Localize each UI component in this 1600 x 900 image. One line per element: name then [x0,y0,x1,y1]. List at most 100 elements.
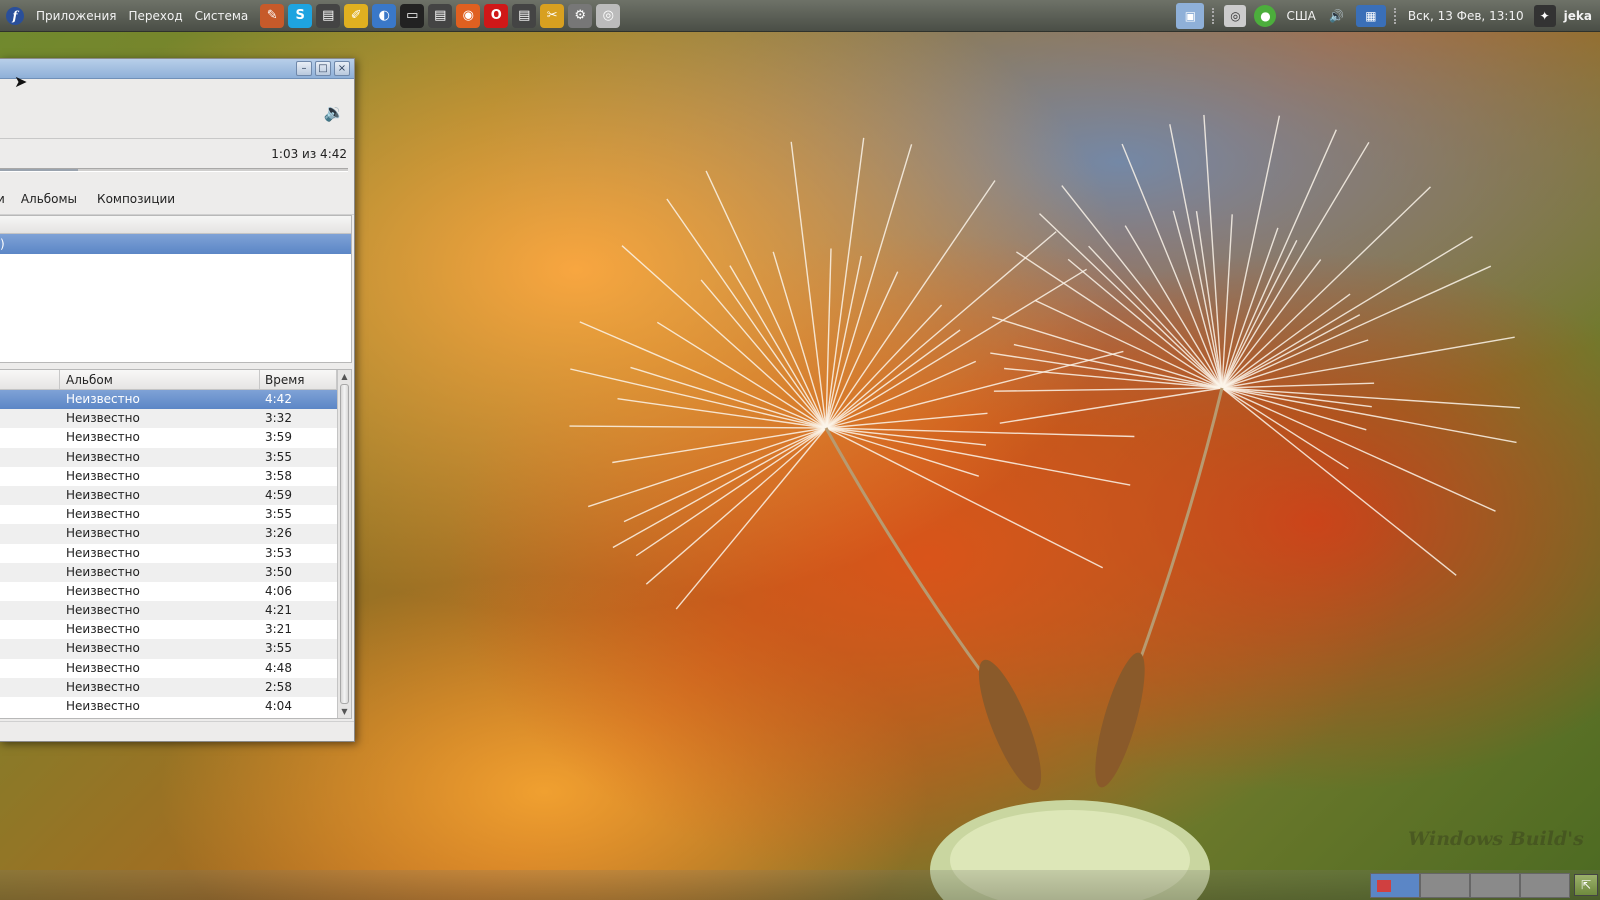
minimize-button[interactable]: – [296,61,312,76]
network-icon[interactable]: ▦ [1355,5,1386,27]
workspace-3[interactable] [1470,873,1520,898]
table-row[interactable]: Неизвестно 4:21 [0,601,337,621]
table-row[interactable]: Неизвестно 3:32 [0,409,337,429]
menu-places[interactable]: Переход [123,9,189,23]
table-row[interactable]: Неизвестно 4:42 [0,390,337,410]
launcher-bar: ✎ S ▤ ✐ ◐ ▭ ▤ ◉ O ▤ ✂ ⚙ ◎ [258,3,622,28]
media-player-tray-icon[interactable]: ◎ [1224,5,1247,27]
table-row[interactable]: Неизвестно 3:50 [0,562,337,582]
speaker-app-icon[interactable]: ◎ [596,3,621,28]
track-time-cell: 3:55 [265,507,292,522]
file-manager-icon[interactable]: ▣ [1176,3,1205,29]
keyboard-layout-indicator[interactable]: США [1286,9,1315,23]
track-time-cell: 2:58 [265,679,292,694]
volume-tray-icon[interactable]: 🔊 [1326,5,1348,27]
track-title-cell [0,678,60,697]
column-header-title[interactable] [0,370,60,389]
film-editor-icon[interactable]: ▤ [316,3,341,28]
panel-handle [1212,8,1216,24]
table-row[interactable]: Неизвестно 3:55 [0,505,337,524]
table-row[interactable]: Неизвестно 3:55 [0,447,337,467]
column-header-album[interactable]: Альбом [60,370,260,389]
fedora-logo-icon[interactable]: f [6,6,24,25]
table-row[interactable]: Неизвестно 4:59 [0,485,337,506]
clock[interactable]: Вск, 13 Фев, 13:10 [1408,9,1524,23]
track-time-cell: 3:59 [265,430,292,445]
top-panel: f Приложения Переход Система ✎ S ▤ ✐ ◐ ▭ ▤ ◉ O ▤ ✂… [0,0,1600,32]
table-row[interactable]: Неизвестно 3:55 [0,639,337,659]
skype-icon[interactable]: S [288,3,313,28]
scroll-thumb[interactable] [340,384,349,704]
scroll-down-icon[interactable]: ▼ [338,705,351,718]
show-desktop-icon[interactable]: ⇱ [1574,874,1598,896]
track-album-cell: Неизвестно [66,449,140,464]
browser-header [0,216,351,234]
table-row[interactable]: Неизвестно 3:21 [0,620,337,639]
track-title-cell [0,582,60,601]
track-album-cell: Неизвестно [66,583,140,598]
user-name[interactable]: jeka [1564,9,1592,23]
workspace-4[interactable] [1520,873,1570,898]
track-album-cell: Неизвестно [66,699,140,713]
table-row[interactable]: Неизвестно 4:04 [0,697,337,716]
firefox-icon[interactable]: ◉ [456,3,481,28]
browser-selected-row[interactable]: ) [0,234,351,254]
mouse-cursor-icon: ➤ [14,72,28,91]
table-row[interactable]: Неизвестно 3:26 [0,524,337,544]
menu-applications[interactable]: Приложения [30,9,123,23]
panel-handle-2 [1393,8,1398,24]
track-time-cell: 3:50 [265,564,292,579]
workspace-switcher [1370,873,1570,898]
messenger-status-icon[interactable]: ● [1254,5,1277,27]
table-row[interactable]: Неизвестно 3:53 [0,544,337,563]
track-time-cell: 4:59 [265,487,292,502]
track-list-header: Альбом Время [0,370,337,390]
workspace-1[interactable] [1370,873,1420,898]
movie-maker-icon[interactable]: ▤ [512,3,537,28]
web-browser-icon[interactable]: ◐ [372,3,397,28]
playback-area: 1:03 из 4:42 [0,139,354,183]
close-button[interactable]: × [334,61,350,76]
terminal-icon[interactable]: ▭ [400,3,425,28]
tab-albums[interactable]: Альбомы [21,192,77,206]
track-time-cell: 3:55 [265,641,292,656]
track-list: Альбом Время Неизвестно 4:42 Неизвестно 3:3… [0,369,352,719]
track-time-cell: 4:04 [265,699,292,713]
track-list-scrollbar[interactable]: ▲ ▼ [337,370,351,718]
settings-gear-icon[interactable]: ⚙ [568,3,593,28]
table-row[interactable]: Неизвестно 4:06 [0,582,337,601]
track-album-cell: Неизвестно [66,507,140,522]
maximize-button[interactable]: □ [315,61,331,76]
user-avatar-icon[interactable]: ✦ [1533,5,1556,27]
track-title-cell [0,659,60,678]
tab-artists[interactable]: и [0,192,5,206]
seek-bar[interactable] [0,168,348,172]
menu-system[interactable]: Система [189,9,255,23]
tab-tracks[interactable]: Композиции [97,192,175,206]
track-title-cell [0,467,60,486]
workspace-2[interactable] [1420,873,1470,898]
paint-tools-icon[interactable]: ✂ [540,3,565,28]
video-icon[interactable]: ▤ [428,3,453,28]
pencil-app-icon[interactable]: ✎ [260,3,285,28]
volume-icon[interactable]: 🔉 [324,103,345,123]
track-time-cell: 3:53 [265,545,292,560]
table-row[interactable]: Неизвестно 3:59 [0,428,337,447]
scroll-up-icon[interactable]: ▲ [338,370,351,383]
wallpaper-watermark: Windows Build's [1408,828,1584,850]
track-title-cell [0,601,60,620]
table-row[interactable]: Неизвестно 2:58 [0,677,337,697]
track-time-cell: 4:21 [265,603,292,618]
system-tray: ▣ ◎ ● США 🔊 ▦ Вск, 13 Фев, 13:10 ✦ jeka [1172,0,1600,32]
column-header-time[interactable]: Время [260,370,337,389]
table-row[interactable]: Неизвестно 4:48 [0,659,337,678]
opera-icon[interactable]: O [484,3,509,28]
playback-time: 1:03 из 4:42 [271,147,347,161]
track-album-cell: Неизвестно [66,430,140,445]
track-title-cell [0,544,60,563]
table-row[interactable]: Неизвестно 3:58 [0,467,337,486]
notes-icon[interactable]: ✐ [344,3,369,28]
window-titlebar[interactable]: – □ × [0,59,354,79]
track-title-cell [0,563,60,582]
status-bar [0,721,354,741]
